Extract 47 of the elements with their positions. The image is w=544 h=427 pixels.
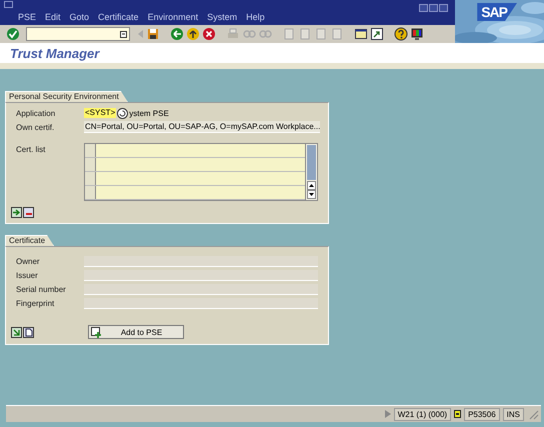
row-selector[interactable] (85, 172, 96, 185)
pse-label: ystem PSE (129, 108, 169, 118)
menu-item[interactable]: Help (243, 12, 271, 22)
field-label: Cert. list (16, 145, 46, 154)
up-icon[interactable] (186, 27, 200, 41)
command-field[interactable] (26, 27, 130, 41)
field-label: Serial number (16, 284, 67, 294)
back-icon[interactable] (170, 27, 184, 41)
screen-title: Trust Manager (10, 46, 100, 60)
session-icon[interactable] (454, 410, 462, 418)
save-icon[interactable] (146, 27, 160, 41)
import-icon[interactable] (11, 207, 22, 218)
field-label: Issuer (16, 270, 39, 280)
scrollbar[interactable] (305, 144, 317, 200)
menu-item[interactable]: System (204, 12, 244, 22)
row-selector[interactable] (85, 144, 96, 157)
menu-item[interactable]: PSE (15, 12, 42, 22)
status-text: P53506 (464, 408, 500, 420)
status-text: INS (502, 408, 524, 420)
field-label: Application (16, 108, 56, 118)
help-icon[interactable] (394, 27, 408, 41)
output-field: CN=Portal, OU=Portal, OU=SAP-AG, O=mySAP.com Workplace... (84, 121, 320, 133)
shortcut-icon[interactable] (370, 27, 384, 41)
menu-item[interactable]: Edit (42, 12, 67, 22)
menu-item[interactable]: Certificate (95, 12, 145, 22)
field-label: Fingerprint (16, 298, 56, 308)
export-icon[interactable] (23, 207, 34, 218)
field-label: Owner (16, 256, 41, 266)
status-text: W21 (1) (000) (394, 408, 452, 420)
document-icon[interactable] (23, 326, 34, 338)
input-field[interactable]: <SYST> (84, 108, 116, 118)
import-icon[interactable] (11, 326, 22, 338)
window-icon (4, 1, 13, 8)
row-selector[interactable] (85, 158, 96, 171)
menu-item[interactable]: Environment (144, 12, 204, 22)
refresh-icon[interactable] (117, 108, 128, 118)
menu-item[interactable]: Goto (66, 12, 96, 22)
dropdown-icon (120, 30, 127, 38)
check-icon[interactable] (6, 27, 20, 41)
monitor-icon[interactable] (410, 27, 424, 41)
cancel-icon[interactable] (202, 27, 216, 41)
window-icon[interactable] (354, 27, 368, 41)
row-selector[interactable] (85, 186, 96, 199)
resize-grip-icon[interactable] (527, 408, 539, 420)
add-icon (91, 326, 102, 338)
add-button[interactable]: Add to PSE (88, 325, 184, 339)
field-label: Own certif. (16, 122, 56, 132)
